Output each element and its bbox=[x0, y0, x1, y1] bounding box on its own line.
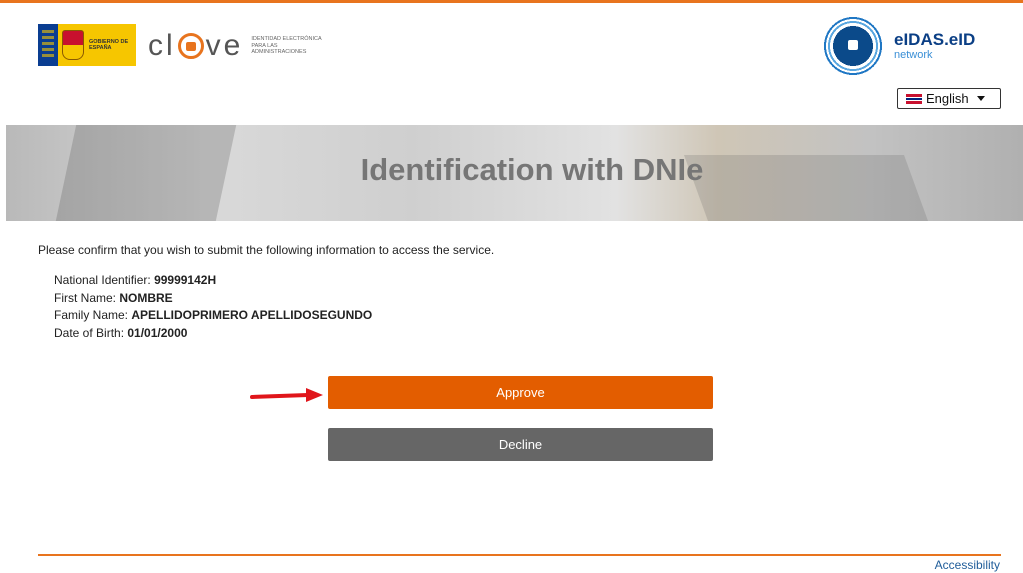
attribute-first-name: First Name: NOMBRE bbox=[54, 290, 372, 308]
attribute-label: National Identifier: bbox=[54, 273, 155, 287]
eidas-subtitle: network bbox=[894, 49, 933, 61]
clave-word-end: ve bbox=[205, 29, 244, 62]
attribute-value: 99999142H bbox=[154, 273, 217, 287]
language-label: English bbox=[926, 91, 969, 106]
decline-button[interactable]: Decline bbox=[328, 428, 713, 461]
attribute-value: NOMBRE bbox=[119, 290, 173, 305]
eidas-title: eIDAS.eID bbox=[894, 30, 976, 49]
attribute-value: 01/01/2000 bbox=[127, 325, 188, 340]
attribute-family-name: Family Name: APELLIDOPRIMERO APELLIDOSEG… bbox=[54, 307, 372, 325]
attribute-national-identifier: National Identifier: 99999142H bbox=[54, 272, 372, 290]
spain-coat-of-arms-icon bbox=[62, 30, 84, 60]
clave-wordmark: cl ve bbox=[148, 29, 243, 63]
confirmation-text: Please confirm that you wish to submit t… bbox=[38, 243, 495, 257]
red-arrow-icon bbox=[250, 388, 323, 402]
attribute-label: First Name: bbox=[54, 290, 120, 305]
uk-flag-icon bbox=[906, 93, 922, 104]
gov-logo-text: GOBIERNO DE ESPAÑA bbox=[89, 39, 129, 51]
eidas-text: eIDAS.eID network bbox=[894, 30, 976, 62]
attribute-value: APELLIDOPRIMERO APELLIDOSEGUNDO bbox=[131, 308, 373, 322]
gobierno-de-espana-logo: GOBIERNO DE ESPAÑA bbox=[38, 24, 136, 66]
accessibility-link[interactable]: Accessibility bbox=[935, 558, 1000, 572]
eu-flag-icon bbox=[38, 24, 58, 66]
page-title: Identification with DNIe bbox=[360, 152, 704, 187]
page-banner: Identification with DNIe bbox=[6, 125, 1023, 221]
top-accent-rule bbox=[0, 0, 1023, 3]
eidas-logo: eIDAS.eID network bbox=[822, 14, 1002, 78]
attribute-date-of-birth: Date of Birth: 01/01/2000 bbox=[54, 325, 372, 343]
language-select[interactable]: English bbox=[897, 88, 1001, 109]
clave-subtitle: IDENTIDAD ELECTRÓNICA PARA LAS ADMINISTR… bbox=[251, 36, 322, 56]
clave-word-start: cl bbox=[148, 29, 176, 62]
footer-divider bbox=[38, 554, 1001, 556]
clave-logo: cl ve IDENTIDAD ELECTRÓNICA PARA LAS ADM… bbox=[148, 26, 331, 66]
approve-button[interactable]: Approve bbox=[328, 376, 713, 409]
padlock-icon bbox=[177, 33, 204, 59]
attribute-label: Date of Birth: bbox=[54, 325, 128, 340]
chevron-down-icon bbox=[976, 96, 985, 101]
attribute-list: National Identifier: 99999142H First Nam… bbox=[54, 272, 372, 342]
eidas-fingerprint-icon bbox=[822, 15, 884, 77]
attribute-label: Family Name: bbox=[54, 308, 132, 322]
